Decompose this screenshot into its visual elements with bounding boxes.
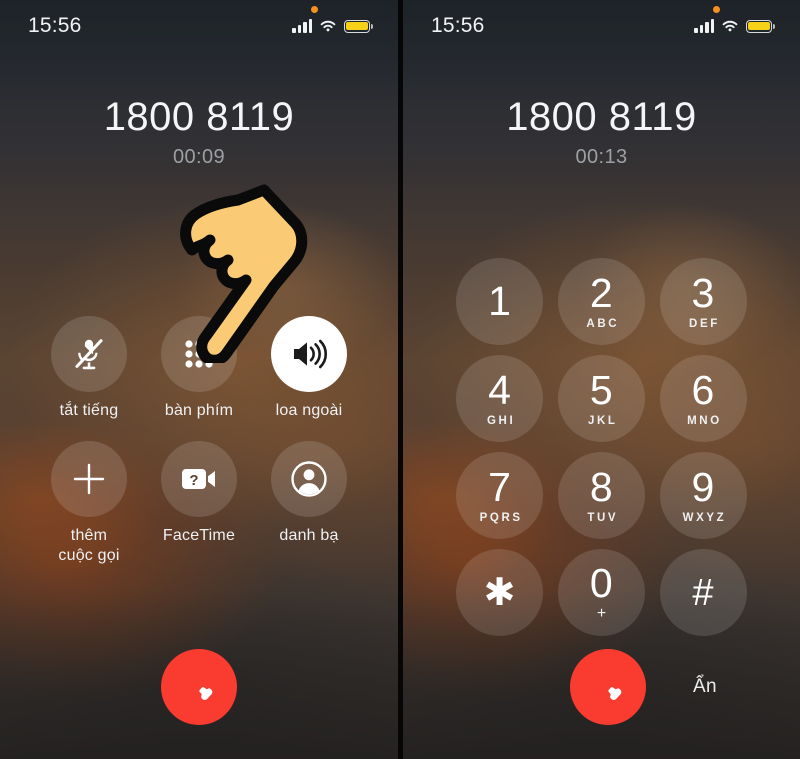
right-bottom-bar: Ẩn xyxy=(403,619,800,759)
wifi-icon xyxy=(320,20,336,32)
call-header: 1800 8119 00:09 xyxy=(0,95,398,169)
end-call-handset-icon xyxy=(608,687,622,700)
control-facetime-circle[interactable]: ? xyxy=(161,441,237,517)
control-add-call[interactable]: thêm cuộc gọi xyxy=(34,441,144,566)
cellular-signal-icon xyxy=(694,19,714,33)
call-number: 1800 8119 xyxy=(103,95,295,139)
key-letters: JKL xyxy=(588,415,618,427)
status-time: 15:56 xyxy=(431,14,485,37)
control-speaker[interactable]: loa ngoài xyxy=(254,316,364,421)
status-bar: 15:56 xyxy=(403,0,800,52)
control-mute[interactable]: tắt tiếng xyxy=(34,316,144,421)
speaker-wave-icon xyxy=(294,339,327,369)
key-digit: 9 xyxy=(691,464,715,510)
key-letters: PQRS xyxy=(479,512,523,524)
control-keypad-label: bàn phím xyxy=(164,402,234,419)
key-digit: 3 xyxy=(691,270,715,316)
control-keypad[interactable]: bàn phím xyxy=(144,316,254,421)
control-keypad-circle[interactable] xyxy=(161,316,237,392)
key-digit: ✱ xyxy=(483,571,516,614)
control-contacts-label: danh bạ xyxy=(279,527,339,544)
recording-dot-icon xyxy=(311,6,318,13)
keypad-key-9[interactable]: 9 WXYZ xyxy=(659,452,747,539)
keypad-grid-icon xyxy=(185,340,213,368)
key-digit: 4 xyxy=(488,367,512,413)
call-timer: 00:13 xyxy=(575,145,628,168)
battery-icon xyxy=(344,19,373,33)
key-digit: 8 xyxy=(589,464,614,510)
key-letters: WXYZ xyxy=(682,512,727,524)
control-add-call-label: thêm cuộc gọi xyxy=(58,527,120,564)
control-facetime[interactable]: ? FaceTime xyxy=(144,441,254,566)
keypad-key-5[interactable]: 5 JKL xyxy=(557,355,645,442)
plus-icon xyxy=(73,463,105,495)
status-indicators xyxy=(292,6,373,33)
end-call-button[interactable] xyxy=(161,649,237,725)
key-digit: 1 xyxy=(488,278,512,324)
keypad-key-4[interactable]: 4 GHI xyxy=(456,355,544,442)
video-camera-question-icon: ? xyxy=(182,469,215,489)
control-mute-label: tắt tiếng xyxy=(59,402,119,419)
phone-screen-keypad: 15:56 1800 8119 00:13 1 2 ABC 3 DEF 4 GH… xyxy=(403,0,800,759)
end-call-handset-icon xyxy=(199,687,213,700)
keypad-key-1[interactable]: 1 xyxy=(456,258,544,345)
key-digit: 5 xyxy=(589,367,614,413)
recording-dot-icon xyxy=(713,6,720,13)
key-digit: 0 xyxy=(589,559,614,606)
key-letters: DEF xyxy=(689,318,720,330)
status-bar: 15:56 xyxy=(0,0,398,52)
control-mute-circle[interactable] xyxy=(51,316,127,392)
control-contacts-circle[interactable] xyxy=(271,441,347,517)
keypad-key-3[interactable]: 3 DEF xyxy=(659,258,747,345)
status-indicators xyxy=(694,6,775,33)
keypad-key-6[interactable]: 6 MNO xyxy=(659,355,747,442)
call-header: 1800 8119 00:13 xyxy=(403,95,800,169)
microphone-slash-icon xyxy=(75,339,103,370)
left-bottom-bar xyxy=(0,619,398,759)
dial-keypad: 1 2 ABC 3 DEF 4 GHI 5 JKL 6 MNO 7 PQRS 8… xyxy=(403,258,800,636)
call-number: 1800 8119 xyxy=(506,95,697,139)
hide-keypad-button[interactable]: Ẩn xyxy=(693,676,717,698)
key-digit: 7 xyxy=(488,464,512,510)
key-letters: ABC xyxy=(586,318,620,330)
key-digit: # xyxy=(692,571,714,614)
control-facetime-label: FaceTime xyxy=(162,527,236,544)
keypad-key-7[interactable]: 7 PQRS xyxy=(456,452,544,539)
dual-screenshot-stage: 15:56 1800 8119 00:09 tắt tiếng bàn phím… xyxy=(0,0,800,759)
battery-icon xyxy=(746,19,775,33)
control-speaker-label: loa ngoài xyxy=(275,402,343,419)
control-speaker-circle[interactable] xyxy=(271,316,347,392)
keypad-key-8[interactable]: 8 TUV xyxy=(557,452,645,539)
status-time: 15:56 xyxy=(28,14,82,37)
cellular-signal-icon xyxy=(292,19,312,33)
in-call-controls-grid: tắt tiếng bàn phím loa ngoài thêm cuộc g… xyxy=(0,316,398,566)
control-contacts[interactable]: danh bạ xyxy=(254,441,364,566)
wifi-icon xyxy=(722,20,738,32)
svg-text:?: ? xyxy=(189,472,198,489)
call-timer: 00:09 xyxy=(172,145,226,168)
control-add-call-circle[interactable] xyxy=(51,441,127,517)
end-call-button[interactable] xyxy=(570,649,646,725)
key-digit: 2 xyxy=(589,270,614,316)
person-circle-icon xyxy=(291,461,327,497)
key-letters: GHI xyxy=(487,415,516,427)
key-letters: MNO xyxy=(687,415,722,427)
phone-screen-in-call: 15:56 1800 8119 00:09 tắt tiếng bàn phím… xyxy=(0,0,398,759)
key-digit: 6 xyxy=(691,367,715,413)
key-letters: TUV xyxy=(587,512,619,524)
keypad-key-2[interactable]: 2 ABC xyxy=(557,258,645,345)
